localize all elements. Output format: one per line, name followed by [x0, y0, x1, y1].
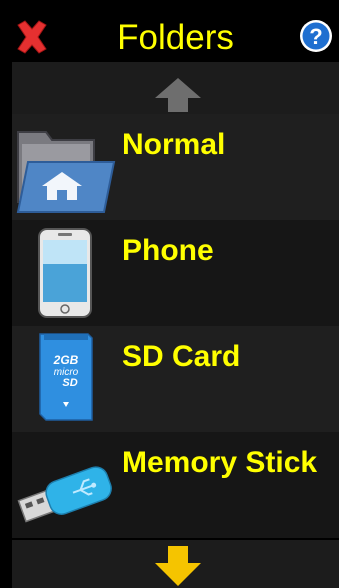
page-title: Folders	[117, 18, 234, 57]
folder-item-label: Phone	[122, 234, 214, 267]
phone-icon	[38, 228, 92, 318]
sd-card-icon: 2GB micro SD	[39, 333, 93, 421]
header-bar: Folders ?	[12, 0, 339, 62]
scroll-down-button[interactable]	[12, 540, 339, 588]
folder-item-label: Normal	[122, 128, 226, 161]
usb-stick-icon	[17, 466, 112, 523]
sd-card-brand-bottom: SD	[62, 377, 77, 389]
arrow-up-icon	[155, 78, 201, 112]
svg-text:?: ?	[309, 24, 322, 49]
folders-screen: Folders ? Normal Phone 2GB micro SD SD C…	[12, 0, 339, 588]
folder-item-normal[interactable]: Normal	[12, 114, 339, 220]
help-button[interactable]: ?	[298, 18, 334, 54]
folder-item-label: SD Card	[122, 340, 241, 373]
folder-item-sd-card[interactable]: 2GB micro SD SD Card	[12, 326, 339, 432]
scroll-up-button[interactable]	[12, 62, 339, 114]
sd-card-capacity: 2GB	[53, 353, 79, 367]
folder-item-memory-stick[interactable]: Memory Stick	[12, 432, 339, 538]
home-folder-icon	[16, 131, 116, 213]
help-icon: ?	[300, 20, 332, 52]
folder-item-label: Memory Stick	[122, 446, 318, 479]
arrow-down-icon	[155, 546, 201, 586]
folder-item-phone[interactable]: Phone	[12, 220, 339, 326]
folder-list: Normal Phone 2GB micro SD SD Card Memory…	[12, 114, 339, 538]
